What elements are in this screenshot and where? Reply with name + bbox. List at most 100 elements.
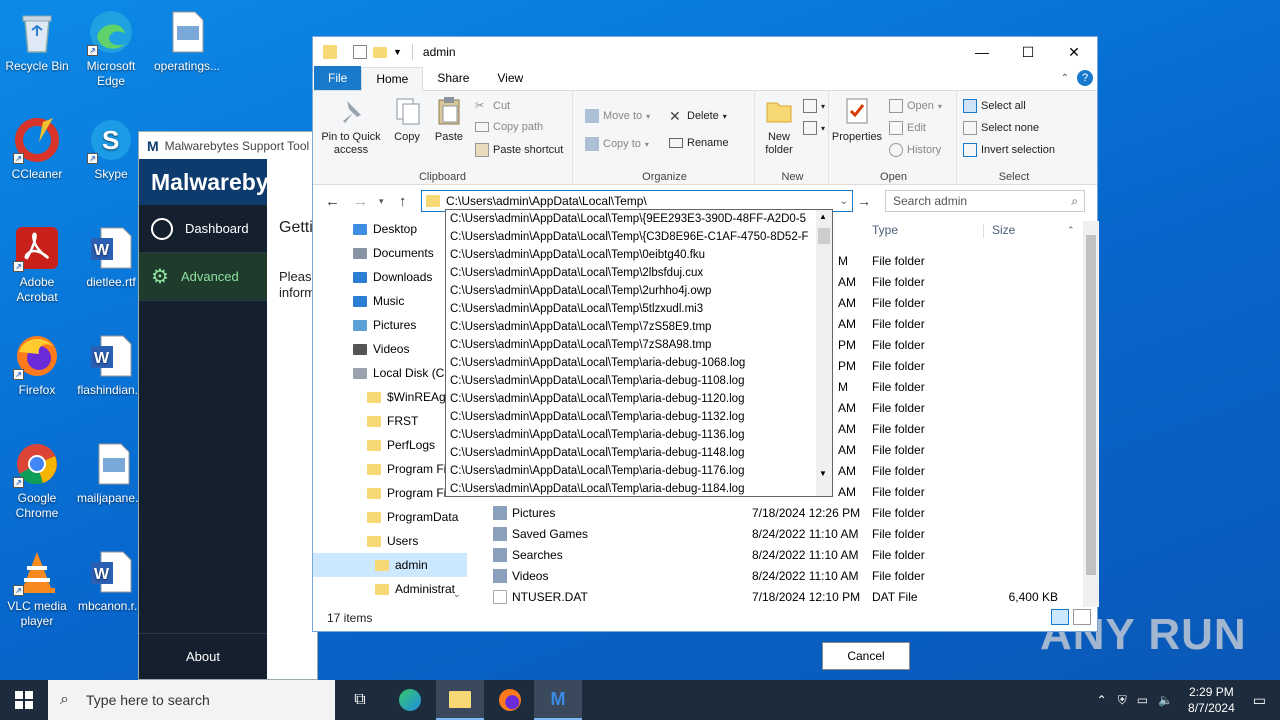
desktop-icon-recycle-bin[interactable]: Recycle Bin (0, 8, 74, 74)
desktop-icon-ccleaner[interactable]: ↗ CCleaner (0, 116, 74, 182)
chevron-up-icon[interactable]: ⌃ (1091, 693, 1113, 707)
column-type[interactable]: Type (872, 223, 898, 237)
tree-item[interactable]: Local Disk (C: (313, 361, 467, 385)
select-all-button[interactable]: Select all (963, 99, 1026, 113)
tree-item[interactable]: Videos (313, 337, 467, 361)
taskbar-edge[interactable] (386, 680, 434, 720)
desktop-icon-vlc[interactable]: ↗ VLC media player (0, 548, 74, 629)
cancel-button[interactable]: Cancel (822, 642, 910, 670)
paste-button[interactable]: Paste (429, 95, 469, 144)
autocomplete-item[interactable]: C:\Users\admin\AppData\Local\Temp\5tlzxu… (446, 300, 832, 318)
copy-button[interactable]: Copy (387, 95, 427, 144)
autocomplete-item[interactable]: C:\Users\admin\AppData\Local\Temp\{C3D8E… (446, 228, 832, 246)
desktop-icon-mbcanon[interactable]: W mbcanon.r... (74, 548, 148, 614)
autocomplete-item[interactable]: C:\Users\admin\AppData\Local\Temp\aria-d… (446, 390, 832, 408)
back-button[interactable]: ← (325, 193, 340, 210)
select-none-button[interactable]: Select none (963, 121, 1039, 135)
autocomplete-item[interactable]: C:\Users\admin\AppData\Local\Temp\aria-d… (446, 480, 832, 496)
copy-path-button[interactable]: Copy path (475, 121, 543, 133)
tree-item[interactable]: Pictures (313, 313, 467, 337)
tree-item[interactable]: Program Fil (313, 481, 467, 505)
open-button[interactable]: Open ▾ (889, 99, 942, 113)
edit-button[interactable]: Edit (889, 121, 926, 135)
cut-button[interactable]: ✂ Cut (475, 99, 510, 113)
forward-button[interactable]: → (353, 193, 368, 210)
invert-selection-button[interactable]: Invert selection (963, 143, 1055, 157)
autocomplete-item[interactable]: C:\Users\admin\AppData\Local\Temp\{9EE29… (446, 210, 832, 228)
taskbar-file-explorer[interactable] (436, 680, 484, 720)
move-to-button[interactable]: Move to ▾ (585, 109, 650, 123)
up-button[interactable]: ↑ (399, 193, 407, 210)
chevron-down-icon[interactable]: ▼ (393, 47, 402, 57)
notifications-icon[interactable]: ▭ (1245, 692, 1280, 709)
tab-file[interactable]: File (314, 66, 362, 90)
taskbar-firefox[interactable] (486, 680, 534, 720)
delete-button[interactable]: ✕ Delete ▾ (669, 109, 727, 123)
maximize-button[interactable]: ☐ (1005, 37, 1051, 67)
task-view-button[interactable]: ⧉ (336, 680, 384, 720)
autocomplete-item[interactable]: C:\Users\admin\AppData\Local\Temp\0eibtg… (446, 246, 832, 264)
rename-button[interactable]: Rename (669, 137, 729, 149)
desktop-icon-skype[interactable]: S ↗ Skype (74, 116, 148, 182)
taskbar-malwarebytes[interactable]: M (534, 680, 582, 720)
tree-item[interactable]: Administrat (313, 577, 467, 601)
start-button[interactable] (0, 680, 48, 720)
column-size[interactable]: Size (992, 223, 1015, 237)
properties-button[interactable]: Properties (831, 95, 883, 144)
go-button[interactable]: → (857, 193, 871, 209)
details-view-button[interactable] (1051, 609, 1069, 625)
nav-advanced[interactable]: ⚙ Advanced (139, 253, 267, 301)
network-icon[interactable]: ▭ (1132, 693, 1153, 707)
autocomplete-item[interactable]: C:\Users\admin\AppData\Local\Temp\aria-d… (446, 462, 832, 480)
tab-home[interactable]: Home (361, 67, 424, 91)
volume-icon[interactable]: 🔈 (1153, 693, 1178, 707)
tree-item[interactable]: Users (313, 529, 467, 553)
table-row[interactable]: Videos 8/24/2022 11:10 AM File folder (483, 565, 1083, 586)
tree-item[interactable]: $WinREAge (313, 385, 467, 409)
tab-share[interactable]: Share (423, 66, 483, 90)
nav-dashboard[interactable]: Dashboard (139, 205, 267, 253)
recent-locations-button[interactable]: ▾ (379, 196, 384, 207)
autocomplete-item[interactable]: C:\Users\admin\AppData\Local\Temp\7zS58E… (446, 318, 832, 336)
paste-shortcut-button[interactable]: Paste shortcut (475, 143, 563, 157)
scroll-down-arrow-icon[interactable]: ▼ (819, 469, 827, 478)
tab-view[interactable]: View (483, 66, 537, 90)
pin-quick-access-button[interactable]: Pin to Quick access (317, 95, 385, 157)
security-icon[interactable]: ⛨ (1113, 693, 1132, 708)
desktop-icon-acrobat[interactable]: ↗ Adobe Acrobat (0, 224, 74, 305)
desktop-icon-edge[interactable]: ↗ Microsoft Edge (74, 8, 148, 89)
table-row[interactable]: Saved Games 8/24/2022 11:10 AM File folder (483, 523, 1083, 544)
tree-item[interactable]: Music (313, 289, 467, 313)
scroll-up-arrow-icon[interactable]: ▲ (819, 212, 827, 221)
history-button[interactable]: History (889, 143, 941, 157)
autocomplete-item[interactable]: C:\Users\admin\AppData\Local\Temp\aria-d… (446, 444, 832, 462)
tree-item[interactable]: FRST (313, 409, 467, 433)
desktop-icon-chrome[interactable]: ↗ Google Chrome (0, 440, 74, 521)
search-box[interactable]: Search admin ⌕ (885, 190, 1085, 212)
chevron-up-icon[interactable]: ⌃ (1061, 73, 1069, 84)
tree-item[interactable]: Documents (313, 241, 467, 265)
desktop-icon-flashindian[interactable]: W flashindian... (74, 332, 148, 398)
tree-item[interactable]: Program Fil (313, 457, 467, 481)
new-item-button[interactable]: ▾ (803, 99, 825, 113)
clock[interactable]: 2:29 PM 8/7/2024 (1178, 684, 1245, 716)
desktop-icon-dietlee[interactable]: W dietlee.rtf (74, 224, 148, 290)
autocomplete-item[interactable]: C:\Users\admin\AppData\Local\Temp\aria-d… (446, 426, 832, 444)
tree-item[interactable]: Downloads (313, 265, 467, 289)
copy-to-button[interactable]: Copy to ▾ (585, 137, 649, 151)
tree-scroll-down-button[interactable]: ⌄ (453, 589, 461, 600)
properties-quick-icon[interactable] (353, 45, 367, 59)
about-button[interactable]: About (139, 633, 267, 679)
scrollbar-thumb[interactable] (1086, 235, 1096, 575)
autocomplete-item[interactable]: C:\Users\admin\AppData\Local\Temp\aria-d… (446, 354, 832, 372)
tree-item[interactable]: Desktop (313, 217, 467, 241)
new-folder-quick-icon[interactable] (373, 46, 387, 58)
close-button[interactable]: ✕ (1051, 37, 1097, 67)
autocomplete-item[interactable]: C:\Users\admin\AppData\Local\Temp\7zS8A9… (446, 336, 832, 354)
taskbar-search[interactable]: ⌕ Type here to search (48, 680, 335, 720)
autocomplete-item[interactable]: C:\Users\admin\AppData\Local\Temp\2urhho… (446, 282, 832, 300)
scrollbar-thumb[interactable] (818, 228, 830, 244)
tree-item[interactable]: ProgramData (313, 505, 467, 529)
autocomplete-item[interactable]: C:\Users\admin\AppData\Local\Temp\aria-d… (446, 372, 832, 390)
desktop-icon-firefox[interactable]: ↗ Firefox (0, 332, 74, 398)
